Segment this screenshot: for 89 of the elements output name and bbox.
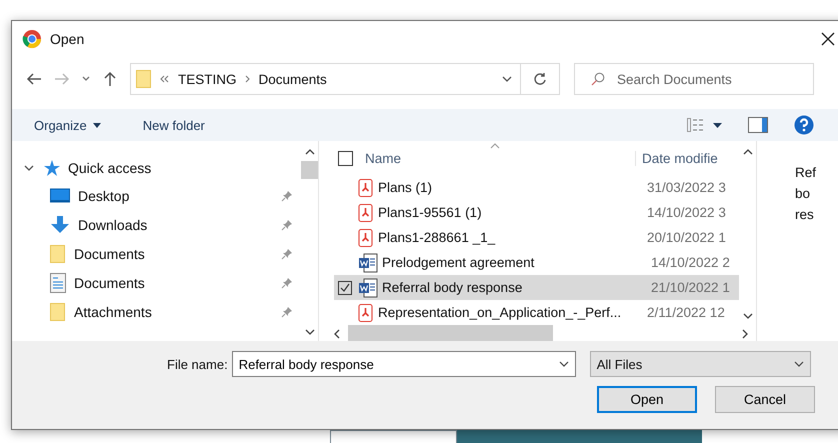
file-date: 2/11/2022 12 bbox=[646, 305, 725, 320]
column-header[interactable]: Date modifie bbox=[635, 150, 718, 166]
file-name-combobox[interactable]: Referral body response bbox=[232, 351, 576, 377]
scroll-down-icon[interactable] bbox=[742, 313, 752, 319]
file-row[interactable]: Plans (1) 31/03/2022 3 bbox=[334, 175, 739, 200]
file-date: 21/10/2022 1 bbox=[650, 280, 730, 295]
file-name: Prelodgement agreement bbox=[382, 255, 536, 270]
word-file-icon bbox=[358, 278, 378, 298]
column-header[interactable]: Name bbox=[365, 150, 635, 166]
scrollbar-thumb[interactable] bbox=[301, 161, 318, 179]
nav-item[interactable]: Quick access bbox=[12, 155, 301, 181]
caret-icon[interactable] bbox=[713, 122, 722, 128]
file-type-dropdown[interactable]: All Files bbox=[590, 351, 811, 377]
preview-text: res bbox=[795, 207, 815, 222]
folder-icon bbox=[50, 302, 66, 320]
scrollbar-thumb[interactable] bbox=[348, 325, 553, 342]
chevron-down-icon[interactable] bbox=[558, 361, 569, 367]
star-icon bbox=[42, 159, 60, 177]
pdf-file-icon bbox=[358, 228, 374, 246]
scroll-right-icon[interactable] bbox=[742, 328, 748, 338]
file-name: Plans1-288661 _1_ bbox=[378, 230, 496, 245]
nav-item[interactable]: Attachments bbox=[12, 297, 301, 326]
file-date: 14/10/2022 2 bbox=[650, 255, 730, 270]
folder-icon bbox=[136, 70, 152, 88]
file-row[interactable]: Referral body response 21/10/2022 1 bbox=[334, 275, 739, 300]
chevron-down-icon[interactable] bbox=[502, 76, 512, 82]
file-date: 31/03/2022 3 bbox=[646, 180, 726, 195]
file-name: Representation_on_Application_-_Perf... bbox=[378, 305, 622, 320]
caret-icon bbox=[92, 122, 101, 128]
pdf-file-icon bbox=[358, 304, 374, 322]
window-title: Open bbox=[50, 31, 84, 47]
breadcrumb-item[interactable]: Documents bbox=[258, 72, 327, 86]
pin-icon[interactable] bbox=[281, 248, 293, 260]
checkbox[interactable] bbox=[338, 280, 352, 294]
field-label: File name: bbox=[167, 356, 228, 372]
new-folder-button[interactable]: New folder bbox=[142, 118, 205, 132]
pdf-file-icon bbox=[358, 178, 374, 196]
chevron-down-icon[interactable] bbox=[82, 76, 90, 82]
file-name: Plans1-95561 (1) bbox=[378, 205, 483, 220]
file-name: Referral body response bbox=[382, 280, 524, 295]
file-row[interactable]: Representation_on_Application_-_Perf... 2/11/2022 12 bbox=[334, 300, 739, 325]
open-button[interactable]: Open bbox=[597, 386, 697, 413]
organize-menu[interactable]: Organize bbox=[34, 118, 87, 132]
monitor-icon bbox=[50, 188, 70, 204]
scroll-down-icon[interactable] bbox=[304, 329, 314, 335]
close-icon[interactable] bbox=[821, 32, 835, 46]
refresh-icon bbox=[533, 72, 547, 86]
sort-caret-icon bbox=[490, 143, 500, 149]
search-box[interactable]: Search Documents bbox=[574, 63, 814, 95]
up-arrow-icon[interactable] bbox=[102, 71, 118, 87]
scroll-left-icon[interactable] bbox=[334, 328, 340, 338]
pin-icon[interactable] bbox=[281, 218, 293, 230]
download-arrow-icon bbox=[50, 216, 70, 234]
select-all-checkbox[interactable] bbox=[338, 150, 353, 166]
browser-logo-icon bbox=[22, 29, 42, 49]
nav-item[interactable]: Documents bbox=[12, 268, 301, 297]
preview-text: Ref bbox=[795, 165, 818, 180]
nav-item[interactable]: Downloads bbox=[12, 210, 301, 239]
file-row[interactable]: Prelodgement agreement 14/10/2022 2 bbox=[334, 250, 739, 275]
folder-icon bbox=[50, 244, 66, 262]
file-date: 14/10/2022 3 bbox=[646, 205, 726, 220]
breadcrumb-item[interactable]: TESTING bbox=[178, 72, 237, 86]
search-icon bbox=[591, 72, 605, 86]
nav-item[interactable]: Desktop bbox=[12, 181, 301, 210]
chevron-right-icon bbox=[244, 75, 251, 83]
file-row[interactable]: Plans1-95561 (1) 14/10/2022 3 bbox=[334, 200, 739, 225]
help-icon[interactable] bbox=[794, 115, 814, 135]
file-name: Plans (1) bbox=[378, 180, 434, 195]
nav-item[interactable]: Documents bbox=[12, 239, 301, 268]
document-icon bbox=[50, 272, 66, 292]
scroll-up-icon[interactable] bbox=[304, 149, 314, 155]
pin-icon[interactable] bbox=[281, 306, 293, 318]
back-arrow-icon[interactable] bbox=[26, 71, 42, 87]
search-field[interactable]: Search Documents bbox=[615, 70, 799, 88]
word-file-icon bbox=[358, 252, 378, 272]
chevron-down-icon bbox=[794, 361, 804, 367]
pin-icon[interactable] bbox=[281, 190, 293, 202]
address-bar[interactable]: TESTING Documents bbox=[130, 63, 560, 95]
file-name-field[interactable]: Referral body response bbox=[238, 356, 559, 372]
scroll-up-icon[interactable] bbox=[742, 149, 752, 155]
preview-pane-icon[interactable] bbox=[748, 117, 768, 133]
preview-text: bo bbox=[795, 186, 812, 201]
file-date: 20/10/2022 1 bbox=[646, 230, 726, 245]
pin-icon[interactable] bbox=[281, 276, 293, 288]
double-chevron-icon bbox=[160, 75, 170, 83]
cancel-button[interactable]: Cancel bbox=[715, 386, 815, 413]
file-row[interactable]: Plans1-288661 _1_ 20/10/2022 1 bbox=[334, 225, 739, 250]
pdf-file-icon bbox=[358, 204, 374, 222]
chevron-down-icon[interactable] bbox=[24, 163, 34, 173]
